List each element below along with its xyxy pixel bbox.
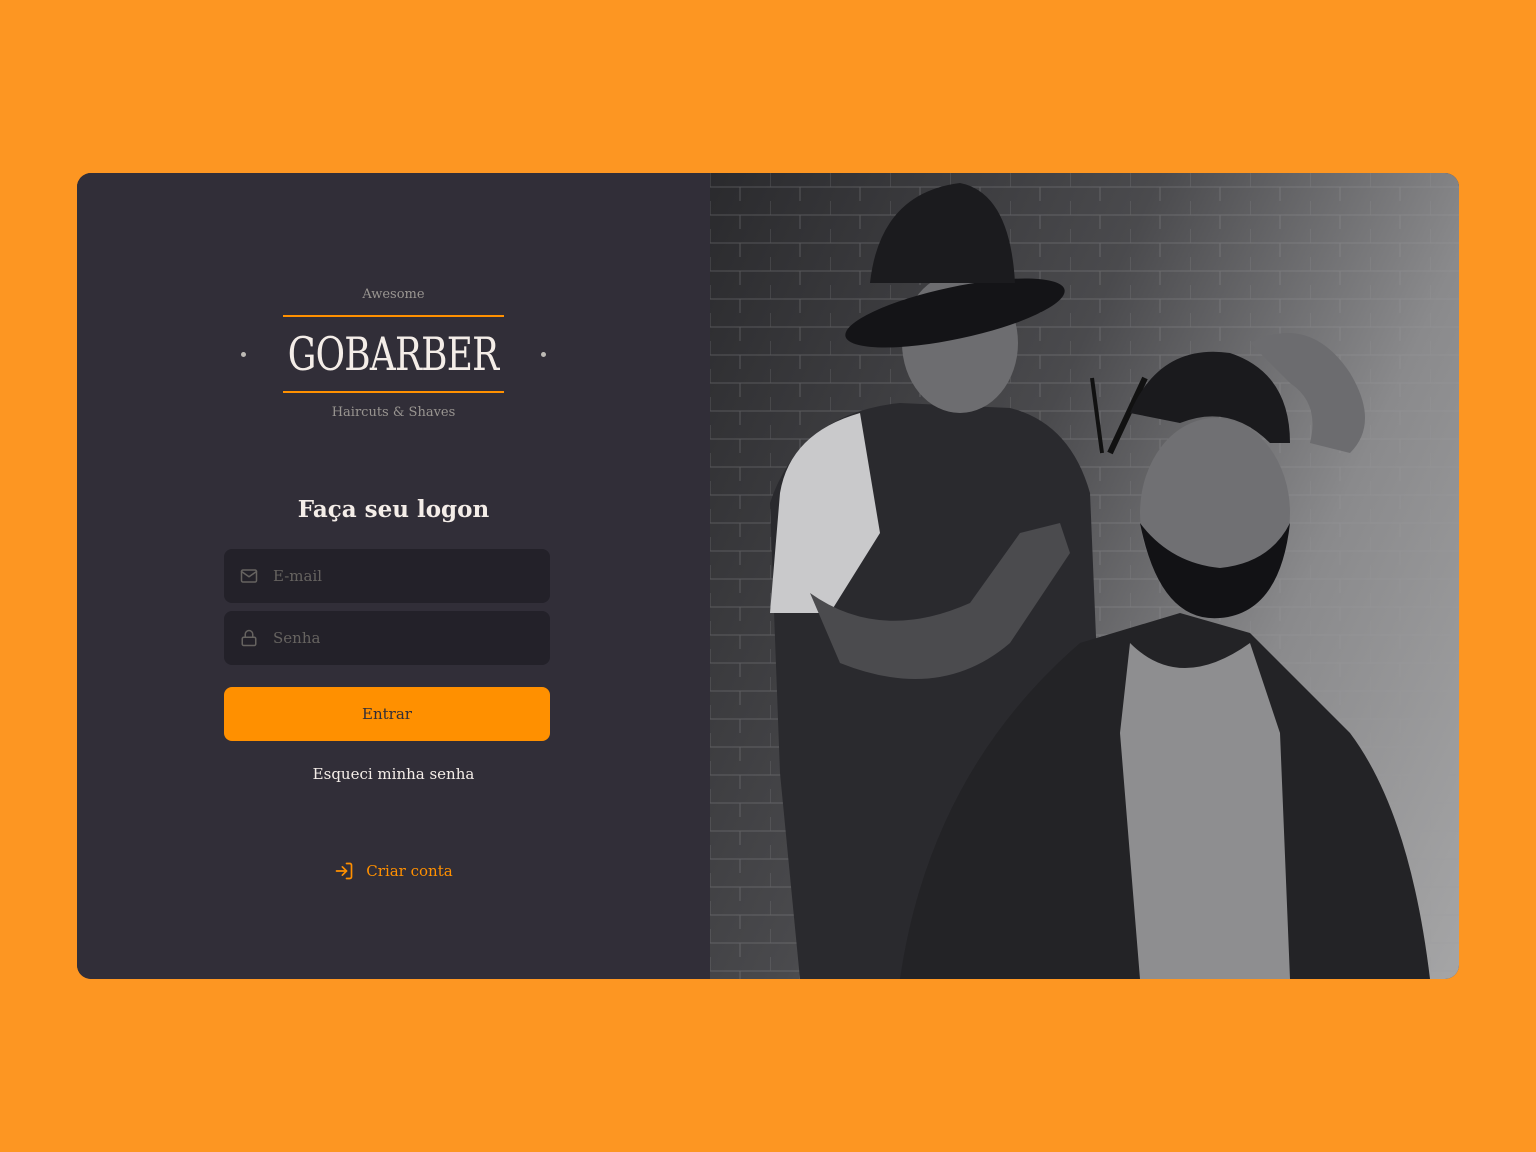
logo-dot-right <box>540 351 546 357</box>
email-field[interactable] <box>224 549 550 603</box>
create-account-label: Criar conta <box>366 862 453 880</box>
password-field[interactable] <box>224 611 550 665</box>
lock-icon <box>239 628 259 648</box>
mail-icon <box>239 566 259 586</box>
logo: Awesome GOBARBER Haircuts & Shaves <box>77 285 710 423</box>
logo-tagline-bottom: Haircuts & Shaves <box>331 405 456 420</box>
password-input[interactable] <box>273 629 523 647</box>
submit-button[interactable]: Entrar <box>224 687 550 741</box>
login-panel: Awesome GOBARBER Haircuts & Shaves Faça … <box>77 173 710 979</box>
logo-name: GOBARBER <box>288 327 499 381</box>
log-in-icon <box>334 861 354 881</box>
create-account-link[interactable]: Criar conta <box>77 861 710 881</box>
logo-line-bottom <box>283 391 504 393</box>
logo-dot-left <box>241 351 247 357</box>
login-window: Awesome GOBARBER Haircuts & Shaves Faça … <box>77 173 1459 979</box>
forgot-password-link[interactable]: Esqueci minha senha <box>77 763 710 785</box>
email-input[interactable] <box>273 567 523 585</box>
logo-tagline-top: Awesome <box>362 287 425 302</box>
barber-photo-illustration <box>710 173 1459 979</box>
login-title: Faça seu logon <box>297 496 490 523</box>
barber-photo <box>710 173 1459 979</box>
logo-brand: GOBARBER <box>77 317 710 391</box>
